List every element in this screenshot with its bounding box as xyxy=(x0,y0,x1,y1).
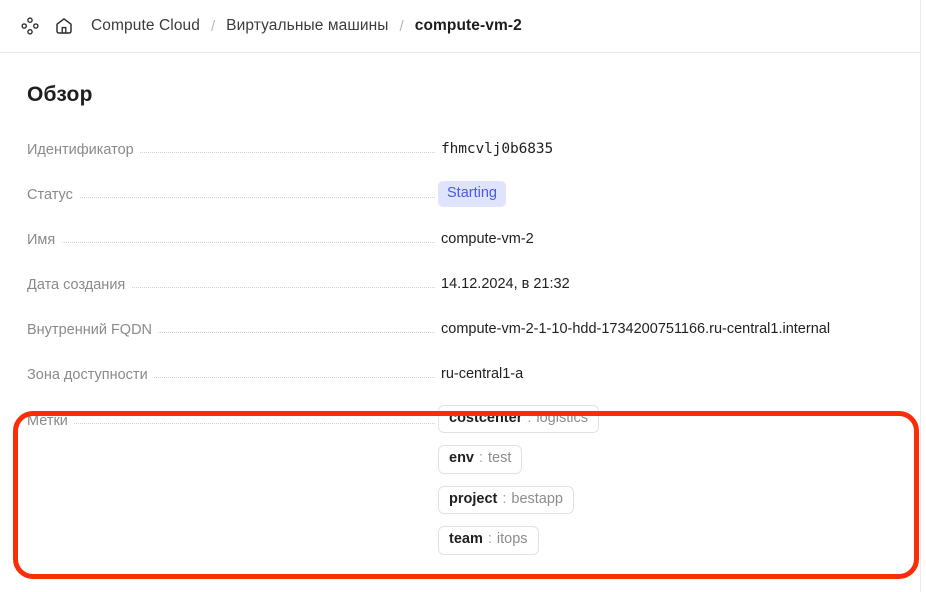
label-chip-list: costcenter : logistics env : test projec… xyxy=(438,399,599,555)
page-title: Обзор xyxy=(27,83,93,106)
breadcrumb-separator: / xyxy=(399,17,404,35)
status-badge: Starting xyxy=(438,181,506,207)
overview-row-id: Идентификатор fhmcvlj0b6835 xyxy=(0,129,920,174)
breadcrumb-bar: Compute Cloud / Виртуальные машины / com… xyxy=(0,0,920,53)
vm-overview-page: Compute Cloud / Виртуальные машины / com… xyxy=(0,0,926,592)
row-label: Внутренний FQDN xyxy=(27,309,441,338)
row-label: Зона доступности xyxy=(27,354,441,383)
overview-body: Обзор Идентификатор fhmcvlj0b6835 Статус xyxy=(0,83,920,559)
services-grid-icon[interactable] xyxy=(17,13,43,39)
overview-row-labels: Метки costcenter : logistics env : test xyxy=(0,399,920,559)
row-label: Имя xyxy=(27,219,441,248)
overview-row-created-at: Дата создания 14.12.2024, в 21:32 xyxy=(0,264,920,309)
label-chip-key: team xyxy=(449,531,483,548)
leader-dots xyxy=(27,197,435,198)
breadcrumb-item-compute-cloud[interactable]: Compute Cloud xyxy=(91,18,200,34)
row-label-text: Внутренний FQDN xyxy=(27,322,159,338)
label-chip-separator: : xyxy=(527,410,532,426)
label-chip[interactable]: project : bestapp xyxy=(438,485,574,515)
row-label-text: Имя xyxy=(27,232,62,248)
overview-row-fqdn: Внутренний FQDN compute-vm-2-1-10-hdd-17… xyxy=(0,309,920,354)
label-chip-value: itops xyxy=(496,531,528,548)
overview-row-availability-zone: Зона доступности ru-central1-a xyxy=(0,354,920,399)
overview-row-name: Имя compute-vm-2 xyxy=(0,219,920,264)
label-chip-separator: : xyxy=(479,450,484,467)
label-chip-value: test xyxy=(488,450,512,467)
row-label-text: Метки xyxy=(27,413,74,429)
label-chip-separator: : xyxy=(502,490,507,507)
row-label: Статус xyxy=(27,174,441,203)
label-chip-key: env xyxy=(449,450,474,467)
label-chip[interactable]: env : test xyxy=(438,445,523,474)
home-icon[interactable] xyxy=(51,13,77,39)
leader-dots xyxy=(27,242,435,243)
row-label: Дата создания xyxy=(27,264,441,293)
overview-value-id: fhmcvlj0b6835 xyxy=(441,141,554,157)
overview-value-created-at: 14.12.2024, в 21:32 xyxy=(441,276,570,292)
row-label-text: Статус xyxy=(27,187,79,203)
row-label: Метки xyxy=(27,399,441,429)
breadcrumb: Compute Cloud / Виртуальные машины / com… xyxy=(91,18,522,34)
row-label: Идентификатор xyxy=(27,129,441,158)
overview-value-fqdn: compute-vm-2-1-10-hdd-1734200751166.ru-c… xyxy=(441,321,831,337)
row-label-text: Зона доступности xyxy=(27,367,154,383)
overview-definition-list: Идентификатор fhmcvlj0b6835 Статус Start… xyxy=(0,129,920,559)
content-card: Compute Cloud / Виртуальные машины / com… xyxy=(0,0,921,592)
breadcrumb-item-current: compute-vm-2 xyxy=(414,17,522,35)
label-chip-key: project xyxy=(449,490,498,507)
row-label-text: Дата создания xyxy=(27,277,132,293)
overview-row-status: Статус Starting xyxy=(0,174,920,219)
overview-value-status: Starting xyxy=(438,174,920,207)
label-chip[interactable]: team : itops xyxy=(438,526,539,555)
leader-dots xyxy=(27,423,435,424)
overview-value-availability-zone: ru-central1-a xyxy=(441,366,524,382)
breadcrumb-item-virtual-machines[interactable]: Виртуальные машины xyxy=(226,18,388,34)
label-chip-value: logistics xyxy=(536,410,588,426)
label-chip-separator: : xyxy=(487,531,492,548)
breadcrumb-separator: / xyxy=(211,17,216,35)
overview-value-name: compute-vm-2 xyxy=(441,231,534,247)
label-chip-value: bestapp xyxy=(511,490,563,507)
row-label-text: Идентификатор xyxy=(27,142,140,158)
label-chip[interactable]: costcenter : logistics xyxy=(438,405,599,434)
label-chip-key: costcenter xyxy=(449,410,523,426)
